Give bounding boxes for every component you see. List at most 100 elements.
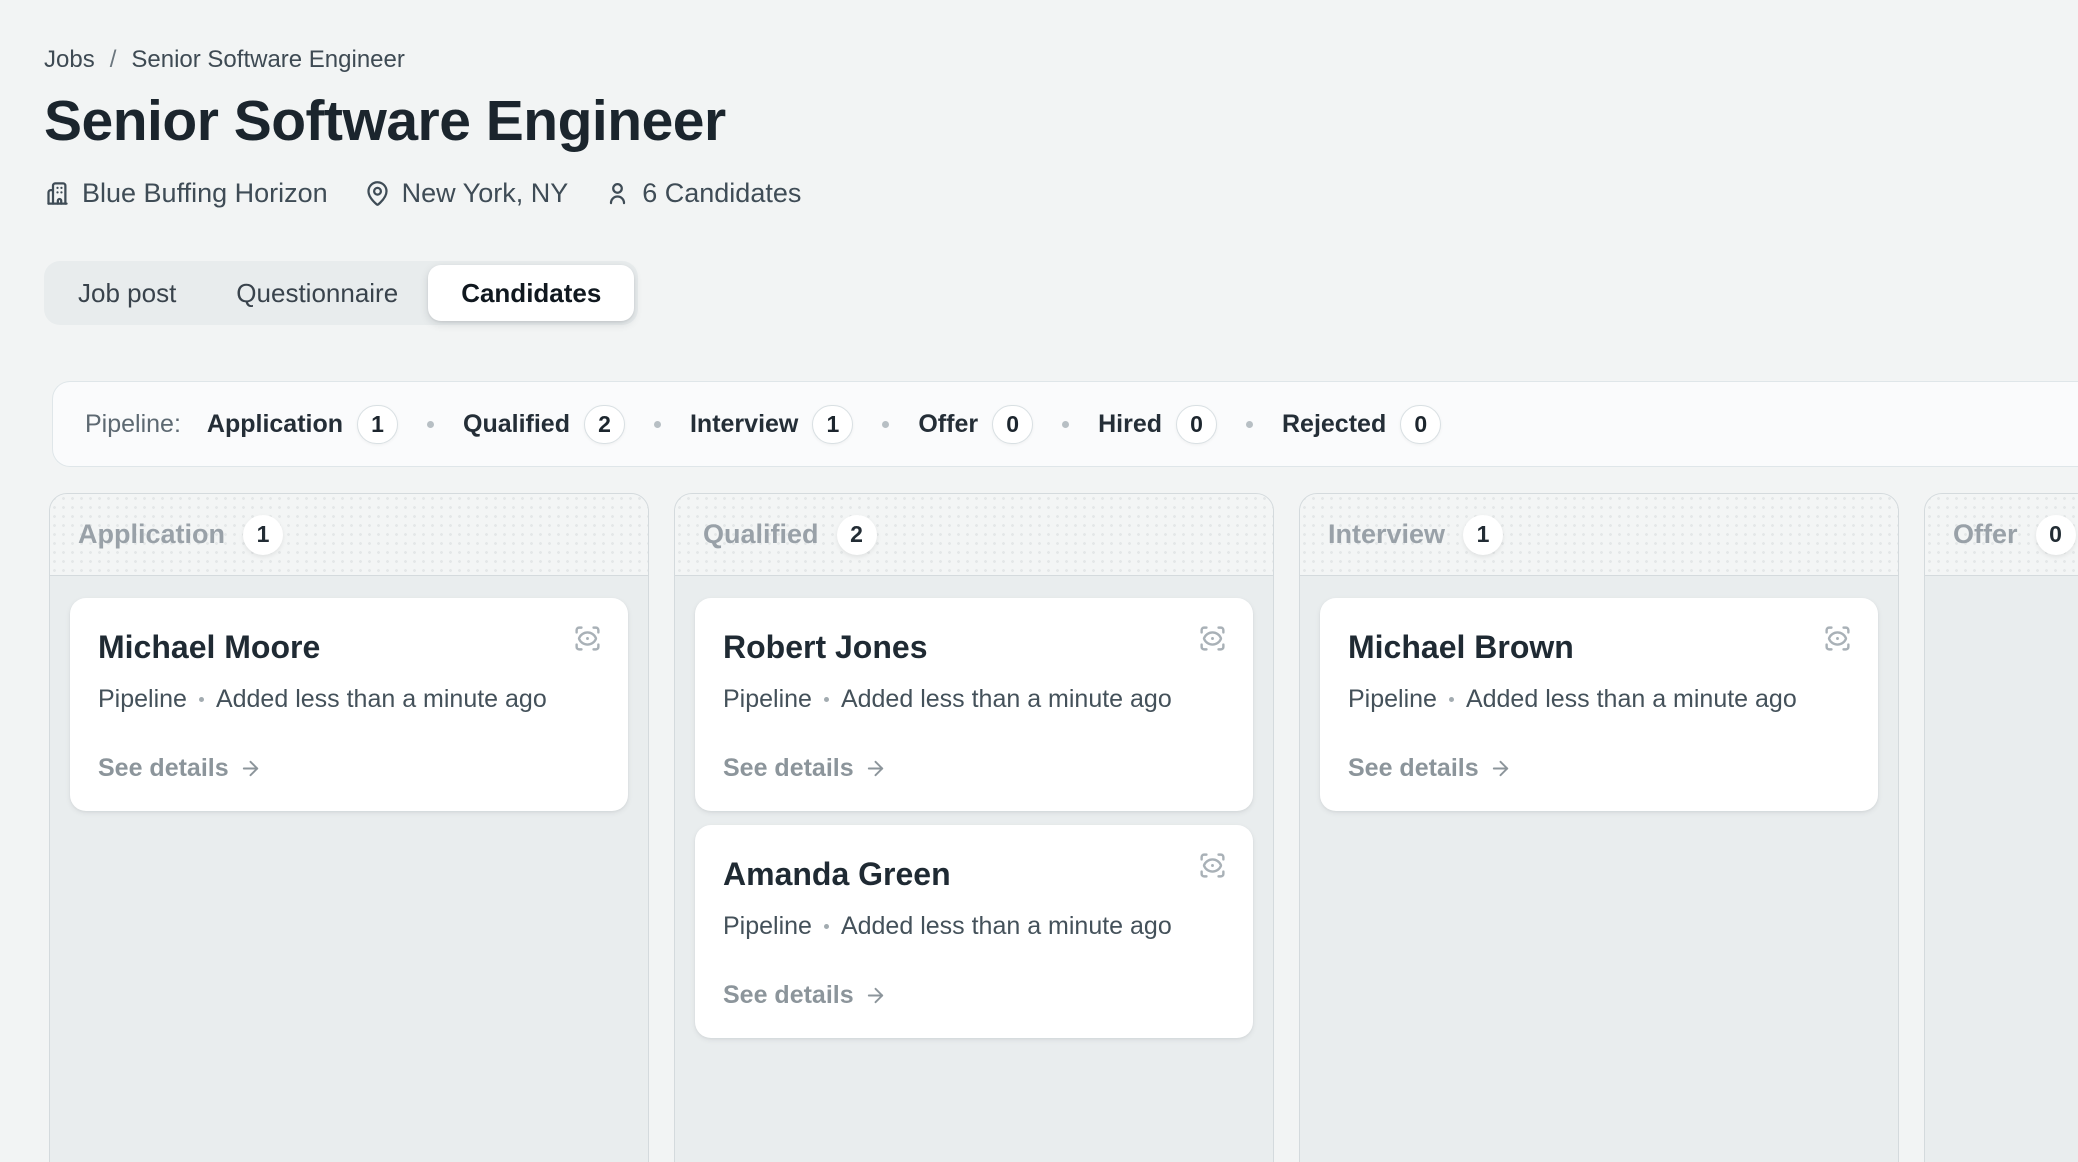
dot-separator (1246, 421, 1253, 428)
card-meta: Pipeline Added less than a minute ago (723, 912, 1225, 941)
column-title: Offer (1953, 519, 2018, 550)
see-details-link[interactable]: See details (723, 981, 887, 1010)
column-offer: Offer 0 (1924, 493, 2078, 1162)
candidate-name: Robert Jones (723, 626, 1225, 665)
candidate-card[interactable]: Robert Jones Pipeline Added less than a … (695, 598, 1253, 811)
column-body: Michael Moore Pipeline Added less than a… (50, 576, 648, 847)
scan-eye-icon[interactable] (1823, 624, 1852, 653)
tab-questionnaire[interactable]: Questionnaire (206, 261, 428, 325)
breadcrumb-separator: / (110, 46, 117, 74)
candidate-name: Amanda Green (723, 853, 1225, 892)
see-details-link[interactable]: See details (98, 754, 262, 783)
pipeline-label: Pipeline: (85, 410, 181, 439)
dot-separator (1449, 697, 1454, 702)
stage-name: Application (207, 410, 343, 439)
scan-eye-icon[interactable] (1198, 851, 1227, 880)
column-qualified: Qualified 2 Robert Jones Pip (674, 493, 1274, 1162)
scan-eye-icon[interactable] (573, 624, 602, 653)
breadcrumb-jobs-link[interactable]: Jobs (44, 46, 95, 74)
pipeline-stage-qualified: Qualified 2 (463, 405, 625, 444)
job-meta-row: Blue Buffing Horizon New York, NY 6 Cand… (44, 178, 2078, 209)
pipeline-stage-application: Application 1 (207, 405, 398, 444)
column-count-badge: 2 (837, 515, 877, 555)
dot-separator (882, 421, 889, 428)
location-meta: New York, NY (364, 178, 569, 209)
tab-candidates[interactable]: Candidates (428, 265, 634, 321)
candidates-meta: 6 Candidates (604, 178, 801, 209)
column-title: Interview (1328, 519, 1445, 550)
page-title: Senior Software Engineer (44, 88, 2078, 154)
card-source: Pipeline (723, 685, 812, 714)
candidate-card[interactable]: Amanda Green Pipeline Added less than a … (695, 825, 1253, 1038)
column-header: Offer 0 (1925, 494, 2078, 576)
column-header: Application 1 (50, 494, 648, 576)
column-body (1925, 576, 2078, 620)
user-icon (604, 180, 631, 207)
pipeline-stage-offer: Offer 0 (918, 405, 1033, 444)
arrow-right-icon (864, 984, 887, 1007)
company-meta: Blue Buffing Horizon (44, 178, 328, 209)
card-source: Pipeline (723, 912, 812, 941)
stage-count-badge: 0 (1176, 405, 1217, 444)
card-added-time: Added less than a minute ago (1466, 685, 1797, 714)
candidates-count: 6 Candidates (642, 178, 801, 209)
card-added-time: Added less than a minute ago (841, 912, 1172, 941)
column-title: Application (78, 519, 225, 550)
building-icon (44, 180, 71, 207)
pipeline-summary-bar: Pipeline: Application 1 Qualified 2 Inte… (52, 381, 2078, 467)
see-details-label: See details (723, 981, 854, 1010)
see-details-link[interactable]: See details (723, 754, 887, 783)
card-meta: Pipeline Added less than a minute ago (98, 685, 600, 714)
stage-count-badge: 1 (357, 405, 398, 444)
card-meta: Pipeline Added less than a minute ago (723, 685, 1225, 714)
stage-name: Hired (1098, 410, 1162, 439)
location-text: New York, NY (402, 178, 569, 209)
candidate-name: Michael Brown (1348, 626, 1850, 665)
column-count-badge: 1 (1463, 515, 1503, 555)
column-application: Application 1 Michael Moore (49, 493, 649, 1162)
stage-count-badge: 0 (992, 405, 1033, 444)
stage-count-badge: 1 (812, 405, 853, 444)
pipeline-stage-hired: Hired 0 (1098, 405, 1217, 444)
candidate-card[interactable]: Michael Brown Pipeline Added less than a… (1320, 598, 1878, 811)
see-details-label: See details (723, 754, 854, 783)
breadcrumb: Jobs / Senior Software Engineer (44, 0, 2078, 74)
map-pin-icon (364, 180, 391, 207)
card-added-time: Added less than a minute ago (841, 685, 1172, 714)
dot-separator (427, 421, 434, 428)
arrow-right-icon (1489, 757, 1512, 780)
tab-job-post[interactable]: Job post (48, 261, 206, 325)
column-body: Michael Brown Pipeline Added less than a… (1300, 576, 1898, 847)
column-title: Qualified (703, 519, 819, 550)
pipeline-stage-rejected: Rejected 0 (1282, 405, 1441, 444)
column-header: Interview 1 (1300, 494, 1898, 576)
column-interview: Interview 1 Michael Brown Pi (1299, 493, 1899, 1162)
card-source: Pipeline (98, 685, 187, 714)
dot-separator (824, 697, 829, 702)
breadcrumb-current: Senior Software Engineer (131, 46, 405, 74)
column-count-badge: 0 (2036, 515, 2076, 555)
dot-separator (1062, 421, 1069, 428)
stage-name: Offer (918, 410, 978, 439)
dot-separator (199, 697, 204, 702)
candidate-name: Michael Moore (98, 626, 600, 665)
see-details-label: See details (98, 754, 229, 783)
arrow-right-icon (864, 757, 887, 780)
stage-count-badge: 2 (584, 405, 625, 444)
column-count-badge: 1 (243, 515, 283, 555)
scan-eye-icon[interactable] (1198, 624, 1227, 653)
stage-name: Rejected (1282, 410, 1386, 439)
stage-name: Qualified (463, 410, 570, 439)
column-header: Qualified 2 (675, 494, 1273, 576)
company-name: Blue Buffing Horizon (82, 178, 328, 209)
arrow-right-icon (239, 757, 262, 780)
job-tabs: Job post Questionnaire Candidates (44, 261, 638, 325)
card-source: Pipeline (1348, 685, 1437, 714)
see-details-link[interactable]: See details (1348, 754, 1512, 783)
dot-separator (654, 421, 661, 428)
card-meta: Pipeline Added less than a minute ago (1348, 685, 1850, 714)
candidate-card[interactable]: Michael Moore Pipeline Added less than a… (70, 598, 628, 811)
dot-separator (824, 924, 829, 929)
pipeline-stage-interview: Interview 1 (690, 405, 853, 444)
stage-count-badge: 0 (1400, 405, 1441, 444)
